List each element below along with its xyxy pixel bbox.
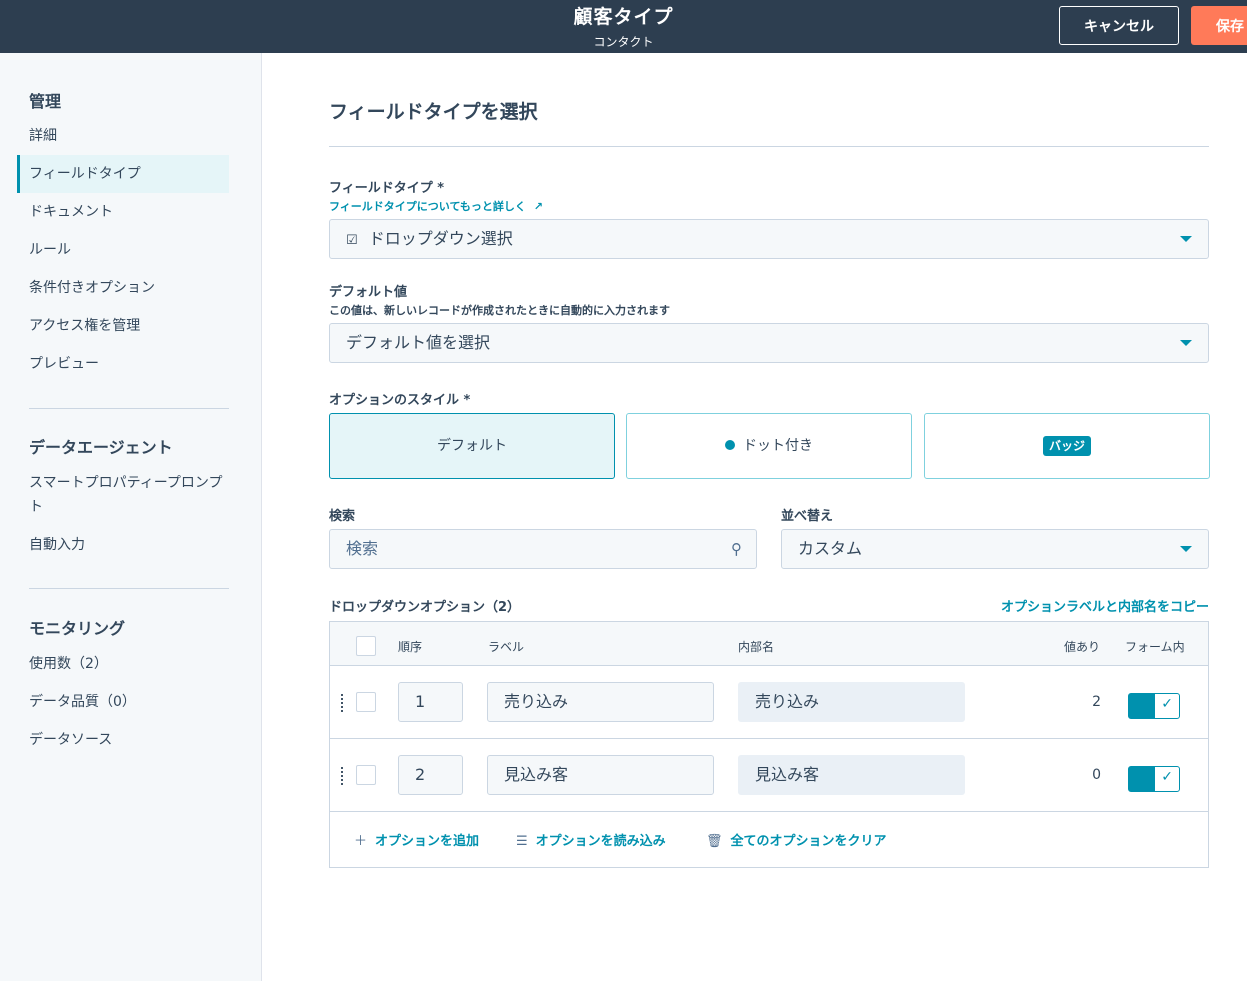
option-style-default-label: デフォルト [437,438,507,454]
sidebar-item-access[interactable]: アクセス権を管理 [17,307,229,345]
default-value-placeholder: デフォルト値を選択 [346,333,491,352]
main-panel: フィールドタイプを選択 フィールドタイプ * フィールドタイプについてもっと詳し… [262,53,1247,981]
in-form-toggle[interactable]: ✓ [1128,693,1180,719]
drag-handle-icon[interactable] [340,693,344,713]
sidebar-item-data-source[interactable]: データソース [17,721,229,759]
toggle-knob [1129,767,1155,791]
column-has-value: 値あり [1064,640,1101,654]
sort-select[interactable]: カスタム [781,529,1209,569]
sidebar-divider [29,408,229,409]
table-row: 1 売り込み 売り込み 2 ✓ [330,666,1208,739]
list-icon: ☰ [516,834,528,849]
option-style-dotted[interactable]: ドット付き [626,413,912,479]
search-icon: ⚲ [731,540,742,558]
sidebar-item-details[interactable]: 詳細 [17,117,229,155]
caret-down-icon [1180,236,1192,242]
sidebar-item-preview[interactable]: プレビュー [17,345,229,383]
default-value-select[interactable]: デフォルト値を選択 [329,323,1209,363]
field-type-value: ドロップダウン選択 [368,229,513,248]
sidebar-item-rules[interactable]: ルール [17,231,229,269]
plus-icon: ＋ [354,834,368,849]
option-style-badge-label: バッジ [1042,436,1091,456]
field-type-select[interactable]: ☑ ドロップダウン選択 [329,219,1209,259]
search-label: 検索 [329,509,356,524]
options-table: 順序 ラベル 内部名 値あり フォーム内 1 売り込み 売り込み 2 ✓ 2 見… [329,621,1209,868]
dot-icon [725,440,735,450]
sort-value: カスタム [798,539,863,558]
dropdown-options-heading: ドロップダウンオプション（2） [329,600,521,615]
order-input[interactable]: 2 [398,755,463,795]
import-options-button[interactable]: ☰ オプションを読み込み [516,830,666,849]
internal-name-field: 見込み客 [738,755,965,795]
check-icon: ✓ [1161,696,1173,712]
table-header: 順序 ラベル 内部名 値あり フォーム内 [330,622,1208,666]
caret-down-icon [1180,340,1192,346]
sidebar-item-documents[interactable]: ドキュメント [17,193,229,231]
sidebar-heading-manage: 管理 [29,92,62,111]
sidebar-item-smart-property-prompt[interactable]: スマートプロパティープロンプト [17,469,229,521]
table-footer: ＋ オプションを追加 ☰ オプションを読み込み 🗑 全てのオプションをクリア [330,812,1208,867]
import-options-label: オプションを読み込み [535,834,666,849]
top-header: 顧客タイプ コンタクト キャンセル 保存 [0,0,1247,53]
drag-handle-icon[interactable] [340,766,344,786]
search-placeholder: 検索 [346,539,379,558]
option-style-badge[interactable]: バッジ [924,413,1210,479]
external-link-icon: ↗ [533,200,543,213]
sidebar-item-field-type[interactable]: フィールドタイプ [17,155,229,193]
order-input[interactable]: 1 [398,682,463,722]
field-type-label: フィールドタイプ * [329,181,445,196]
sidebar-heading-monitoring: モニタリング [29,619,126,638]
page-title: フィールドタイプを選択 [329,101,538,123]
select-all-checkbox[interactable] [356,636,376,656]
trash-icon: 🗑 [706,834,723,849]
caret-down-icon [1180,546,1192,552]
save-button[interactable]: 保存 [1191,6,1247,45]
default-value-label: デフォルト値 [329,285,408,300]
column-order: 順序 [398,640,423,654]
label-input[interactable]: 売り込み [487,682,714,722]
sort-label: 並べ替え [781,509,834,524]
sidebar-item-usage[interactable]: 使用数（2） [17,645,229,683]
cancel-button[interactable]: キャンセル [1059,6,1179,45]
search-input[interactable]: 検索 ⚲ [329,529,757,569]
label-input[interactable]: 見込み客 [487,755,714,795]
option-style-default[interactable]: デフォルト [329,413,615,479]
title-divider [329,146,1209,147]
internal-name-field: 売り込み [738,682,965,722]
add-option-label: オプションを追加 [375,834,480,849]
column-in-form: フォーム内 [1125,640,1185,654]
row-checkbox[interactable] [356,692,376,712]
copy-labels-link[interactable]: オプションラベルと内部名をコピー [1001,596,1209,615]
option-style-label: オプションのスタイル * [329,393,471,408]
dropdown-type-icon: ☑ [346,233,358,248]
column-label: ラベル [488,640,525,654]
row-checkbox[interactable] [356,765,376,785]
sidebar-heading-data-agent: データエージェント [29,438,173,457]
default-value-help: この値は、新しいレコードが作成されたときに自動的に入力されます [329,304,670,317]
field-type-help-link-text[interactable]: フィールドタイプについてもっと詳しく [329,200,526,213]
toggle-knob [1129,694,1155,718]
sidebar-item-data-quality[interactable]: データ品質（0） [17,683,229,721]
clear-options-label: 全てのオプションをクリア [730,834,887,849]
column-internal-name: 内部名 [738,640,775,654]
field-type-help-link[interactable]: フィールドタイプについてもっと詳しく ↗ [329,198,543,214]
add-option-button[interactable]: ＋ オプションを追加 [354,830,479,849]
sidebar: 管理 詳細 フィールドタイプ ドキュメント ルール 条件付きオプション アクセス… [0,53,262,981]
has-value-count: 0 [1092,767,1101,783]
check-icon: ✓ [1161,769,1173,785]
sidebar-divider [29,588,229,589]
option-style-dotted-label: ドット付き [743,438,813,454]
has-value-count: 2 [1092,694,1101,710]
sidebar-item-conditional-options[interactable]: 条件付きオプション [17,269,229,307]
clear-options-button[interactable]: 🗑 全てのオプションをクリア [706,830,887,849]
table-row: 2 見込み客 見込み客 0 ✓ [330,739,1208,812]
in-form-toggle[interactable]: ✓ [1128,766,1180,792]
sidebar-item-autofill[interactable]: 自動入力 [17,526,229,564]
